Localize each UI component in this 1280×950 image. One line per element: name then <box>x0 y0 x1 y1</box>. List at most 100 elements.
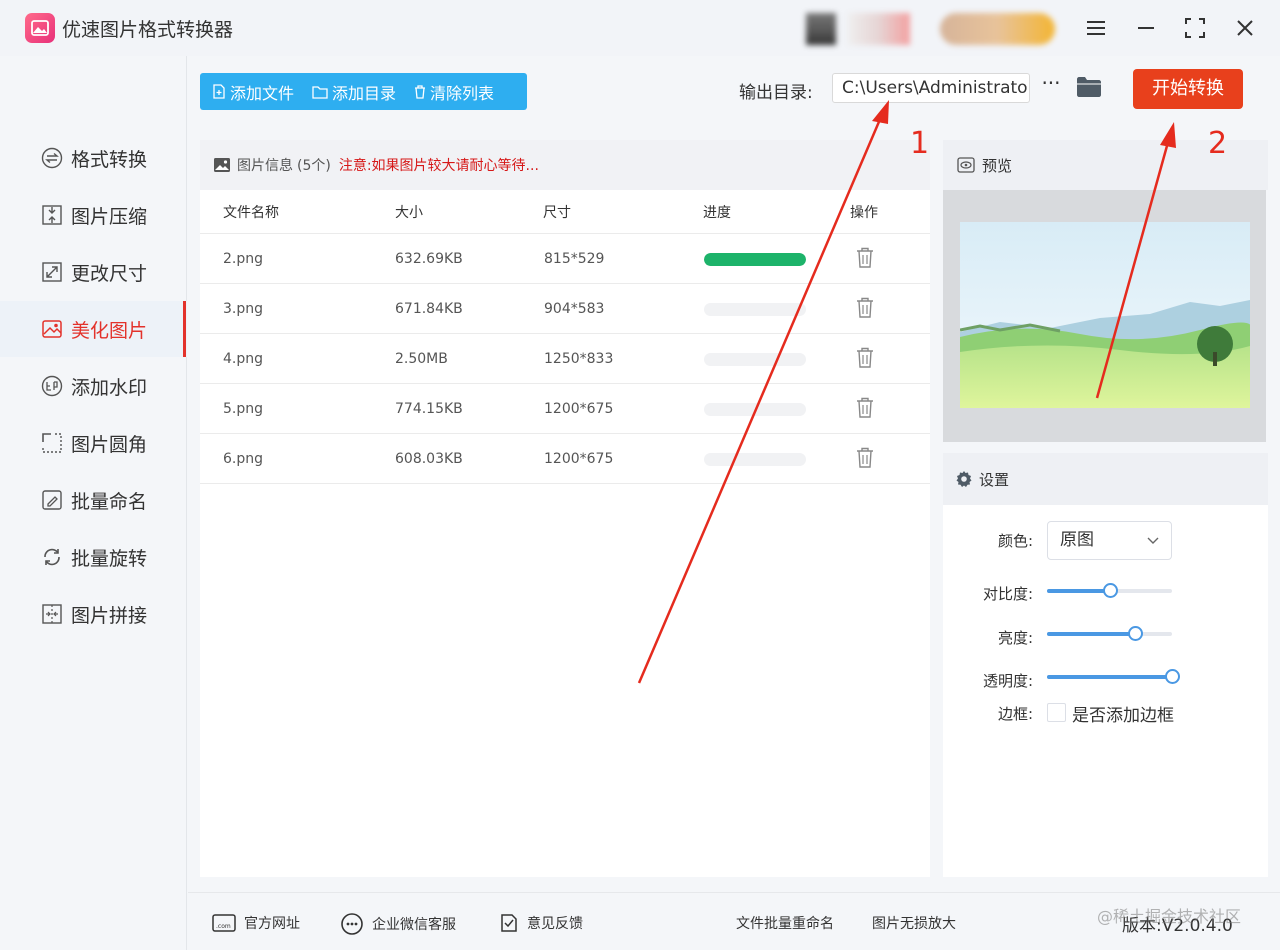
settings-panel: 设置 颜色: 原图 对比度: 亮度: 透明度: 边框: 是否添加边框 <box>943 453 1268 877</box>
contrast-slider[interactable] <box>1047 583 1172 598</box>
border-checkbox-label[interactable]: 是否添加边框 <box>1072 701 1174 726</box>
sidebar-item-rotate[interactable]: 批量旋转 <box>0 529 187 585</box>
preview-image <box>960 222 1250 408</box>
feedback-link[interactable]: 意见反馈 <box>499 913 583 933</box>
clear-list-button[interactable]: 清除列表 <box>408 80 500 104</box>
delete-icon[interactable] <box>856 347 874 373</box>
file-name: 4.png <box>223 350 264 367</box>
file-toolbar: 添加文件 添加目录 清除列表 <box>200 73 527 110</box>
col-size: 大小 <box>395 204 423 221</box>
add-dir-button[interactable]: 添加目录 <box>306 80 402 104</box>
annotation-number-2: 2 <box>1208 126 1228 161</box>
open-folder-icon[interactable] <box>1076 76 1102 102</box>
sidebar-item-watermark[interactable]: 添加水印 <box>0 358 187 414</box>
opacity-slider[interactable] <box>1047 669 1180 684</box>
batch-rename-link[interactable]: 文件批量重命名 <box>736 913 834 933</box>
sidebar-item-rename[interactable]: 批量命名 <box>0 472 187 528</box>
sidebar-item-compress[interactable]: 图片压缩 <box>0 187 187 243</box>
delete-icon[interactable] <box>856 397 874 423</box>
brightness-label: 亮度: <box>997 629 1033 647</box>
website-label: 官方网址 <box>244 916 300 932</box>
sidebar-item-beautify[interactable]: 美化图片 <box>0 301 187 357</box>
add-file-label: 添加文件 <box>230 83 295 103</box>
file-list-panel: 图片信息 (5个) 注意:如果图片较大请耐心等待... 文件名称 大小 尺寸 进… <box>200 140 930 877</box>
col-filename: 文件名称 <box>223 204 279 221</box>
sidebar-item-round-corner[interactable]: 图片圆角 <box>0 415 187 471</box>
preview-canvas <box>943 190 1266 442</box>
table-row[interactable]: 6.png 608.03KB 1200*675 <box>200 434 930 484</box>
progress-bar <box>704 303 806 316</box>
chat-icon <box>341 913 363 935</box>
delete-icon[interactable] <box>856 247 874 273</box>
table-row[interactable]: 5.png 774.15KB 1200*675 <box>200 384 930 434</box>
annotation-number-1: 1 <box>910 126 930 161</box>
progress-bar-fill <box>704 253 806 266</box>
sidebar-item-format-convert[interactable]: 格式转换 <box>0 130 187 186</box>
border-checkbox[interactable] <box>1047 703 1066 722</box>
start-convert-button[interactable]: 开始转换 <box>1133 69 1243 109</box>
output-dir-label: 输出目录: <box>739 83 813 103</box>
brightness-slider-handle[interactable] <box>1127 626 1143 641</box>
file-size: 632.69KB <box>395 250 463 267</box>
vip-badge-blurred[interactable] <box>940 13 1055 45</box>
wechat-service-link[interactable]: 企业微信客服 <box>340 913 456 935</box>
add-file-icon <box>213 84 225 99</box>
round-corner-icon <box>40 431 64 455</box>
lossless-enlarge-label: 图片无损放大 <box>872 916 956 932</box>
add-file-button[interactable]: 添加文件 <box>206 80 300 104</box>
watermark-text: @稀土掘金技术社区 <box>1097 907 1242 926</box>
color-select[interactable]: 原图 <box>1047 521 1172 560</box>
app-logo-icon <box>25 13 55 43</box>
contrast-slider-handle[interactable] <box>1102 583 1118 598</box>
feedback-label: 意见反馈 <box>527 916 583 932</box>
file-dimensions: 1200*675 <box>544 450 614 467</box>
brightness-slider[interactable] <box>1047 626 1172 641</box>
sidebar-item-label: 添加水印 <box>71 376 148 399</box>
sidebar-item-label: 批量旋转 <box>71 547 148 570</box>
notice-text: 注意:如果图片较大请耐心等待... <box>338 158 539 174</box>
border-label: 边框: <box>997 705 1033 723</box>
batch-rename-label: 文件批量重命名 <box>736 916 834 932</box>
maximize-icon[interactable] <box>1181 14 1209 42</box>
delete-icon[interactable] <box>856 447 874 473</box>
add-dir-label: 添加目录 <box>332 83 397 103</box>
sidebar-item-label: 更改尺寸 <box>71 262 148 285</box>
gear-icon <box>956 471 972 487</box>
file-panel-title: 图片信息 <box>237 158 293 174</box>
brightness-slider-fill <box>1047 632 1135 636</box>
lossless-enlarge-link[interactable]: 图片无损放大 <box>872 913 956 933</box>
file-size: 2.50MB <box>395 350 448 367</box>
beautify-icon <box>40 317 64 341</box>
sidebar-item-stitch[interactable]: 图片拼接 <box>0 586 187 642</box>
opacity-slider-fill <box>1047 675 1172 679</box>
sidebar-item-label: 美化图片 <box>71 319 148 342</box>
avatar[interactable] <box>806 13 836 45</box>
delete-icon[interactable] <box>856 297 874 323</box>
clear-list-label: 清除列表 <box>430 83 495 103</box>
sidebar: 格式转换 图片压缩 更改尺寸 美化图片 添加水印 图片圆角 批量命名 批量旋转 … <box>0 56 187 950</box>
table-row[interactable]: 4.png 2.50MB 1250*833 <box>200 334 930 384</box>
website-link[interactable]: .com 官方网址 <box>212 913 300 933</box>
settings-title: 设置 <box>979 470 1010 489</box>
file-name: 6.png <box>223 450 264 467</box>
menu-icon[interactable] <box>1082 14 1110 42</box>
watermark-icon <box>40 374 64 398</box>
output-dir-input[interactable]: C:\Users\Administrator\ <box>832 73 1030 103</box>
website-icon: .com <box>212 914 236 932</box>
close-icon[interactable] <box>1231 14 1259 42</box>
table-row[interactable]: 3.png 671.84KB 904*583 <box>200 284 930 334</box>
preview-panel: 预览 <box>943 140 1268 442</box>
opacity-slider-handle[interactable] <box>1165 669 1180 684</box>
progress-bar <box>704 353 806 366</box>
table-row[interactable]: 2.png 632.69KB 815*529 <box>200 234 930 284</box>
opacity-label: 透明度: <box>982 672 1033 690</box>
file-size: 671.84KB <box>395 300 463 317</box>
file-name: 3.png <box>223 300 264 317</box>
col-actions: 操作 <box>850 204 878 221</box>
sidebar-item-label: 图片压缩 <box>71 205 148 228</box>
minimize-icon[interactable] <box>1132 14 1160 42</box>
sidebar-item-resize[interactable]: 更改尺寸 <box>0 244 187 300</box>
sidebar-item-label: 批量命名 <box>71 490 148 513</box>
more-options-button[interactable]: ··· <box>1040 73 1062 98</box>
user-info-blurred <box>848 13 910 45</box>
